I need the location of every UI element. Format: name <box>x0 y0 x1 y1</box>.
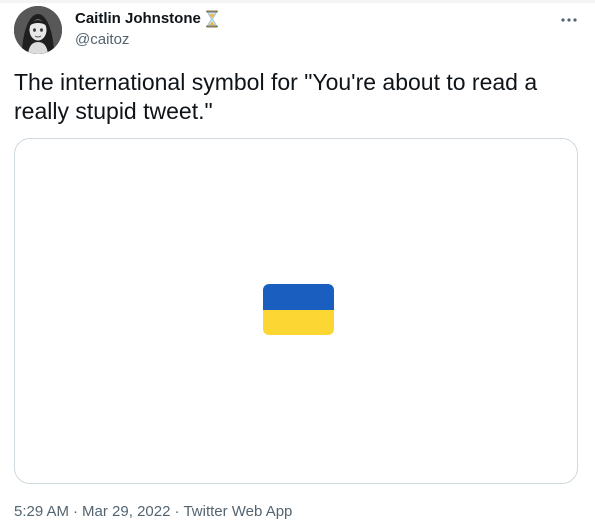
flag-yellow-stripe <box>263 309 334 335</box>
tweet-time[interactable]: 5:29 AM <box>14 502 69 522</box>
tweet-text: The international symbol for "You're abo… <box>14 69 538 124</box>
media-card[interactable] <box>14 138 578 484</box>
top-divider <box>0 0 595 3</box>
author-name-row: Caitlin Johnstone <box>75 9 219 29</box>
hourglass-icon <box>205 10 219 28</box>
meta-separator: · <box>174 503 180 520</box>
more-dots-icon <box>561 18 577 22</box>
meta-separator: · <box>73 503 79 520</box>
ukraine-flag-emoji <box>263 284 334 335</box>
tweet-metadata: 5:29 AM · Mar 29, 2022 · Twitter Web App <box>14 502 292 522</box>
tweet: Caitlin Johnstone @caitoz The internatio… <box>0 0 595 532</box>
avatar[interactable] <box>14 6 62 54</box>
tweet-date[interactable]: Mar 29, 2022 <box>82 502 170 522</box>
more-options-button[interactable] <box>555 10 583 30</box>
author-display-name[interactable]: Caitlin Johnstone <box>75 9 201 29</box>
avatar-portrait <box>14 6 62 54</box>
author-handle[interactable]: @caitoz <box>75 30 129 50</box>
flag-blue-stripe <box>263 284 334 310</box>
tweet-source: Twitter Web App <box>183 503 293 520</box>
